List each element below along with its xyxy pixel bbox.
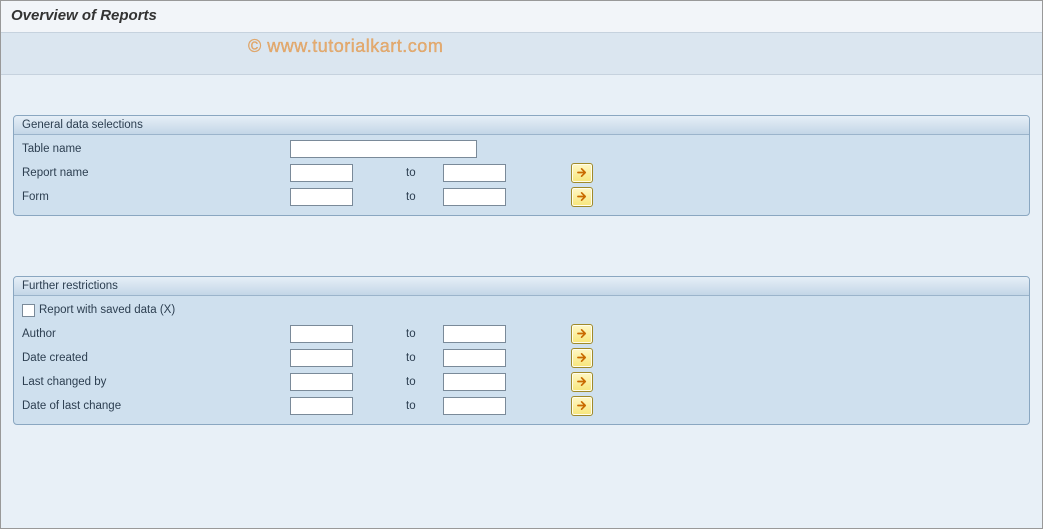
multiple-selection-button-date-created[interactable] [571,348,593,368]
label-author: Author [22,328,290,340]
arrow-right-icon [577,327,588,342]
input-date-last-change-to[interactable] [443,397,506,415]
checkbox-saved-data[interactable] [22,304,35,317]
multiple-selection-button-last-changed-by[interactable] [571,372,593,392]
page-title: Overview of Reports [11,7,1032,24]
group-general-data: General data selections Table name Repor… [13,115,1030,216]
arrow-right-icon [577,351,588,366]
group-header-further: Further restrictions [14,277,1029,296]
input-date-created-to[interactable] [443,349,506,367]
row-date-created: Date created to [14,346,1029,370]
label-date-created-to: to [353,352,443,364]
label-form: Form [22,191,290,203]
toolbar-strip: © www.tutorialkart.com [1,33,1042,75]
multiple-selection-button-form[interactable] [571,187,593,207]
label-form-to: to [353,191,443,203]
input-report-name-to[interactable] [443,164,506,182]
label-date-last-change-to: to [353,400,443,412]
input-date-last-change-from[interactable] [290,397,353,415]
header-bar: Overview of Reports [1,1,1042,33]
watermark-text: © www.tutorialkart.com [248,36,443,57]
group-header-general: General data selections [14,116,1029,135]
group-body-general: Table name Report name to Form to [14,135,1029,215]
arrow-right-icon [577,190,588,205]
input-form-to[interactable] [443,188,506,206]
row-author: Author to [14,322,1029,346]
input-author-from[interactable] [290,325,353,343]
label-saved-data: Report with saved data (X) [39,304,175,316]
multiple-selection-button-report-name[interactable] [571,163,593,183]
label-last-changed-by-to: to [353,376,443,388]
multiple-selection-button-date-last-change[interactable] [571,396,593,416]
label-saved-data-wrap[interactable]: Report with saved data (X) [22,304,175,317]
label-last-changed-by: Last changed by [22,376,290,388]
arrow-right-icon [577,399,588,414]
group-further-restrictions: Further restrictions Report with saved d… [13,276,1030,425]
label-date-created: Date created [22,352,290,364]
input-date-created-from[interactable] [290,349,353,367]
row-last-changed-by: Last changed by to [14,370,1029,394]
input-last-changed-by-to[interactable] [443,373,506,391]
row-form: Form to [14,185,1029,209]
input-report-name-from[interactable] [290,164,353,182]
group-body-further: Report with saved data (X) Author to Dat… [14,296,1029,424]
content-area: General data selections Table name Repor… [1,75,1042,497]
input-table-name[interactable] [290,140,477,158]
input-form-from[interactable] [290,188,353,206]
arrow-right-icon [577,375,588,390]
label-author-to: to [353,328,443,340]
label-table-name: Table name [22,143,290,155]
label-report-name: Report name [22,167,290,179]
arrow-right-icon [577,166,588,181]
input-author-to[interactable] [443,325,506,343]
multiple-selection-button-author[interactable] [571,324,593,344]
label-report-name-to: to [353,167,443,179]
label-date-last-change: Date of last change [22,400,290,412]
row-report-name: Report name to [14,161,1029,185]
input-last-changed-by-from[interactable] [290,373,353,391]
row-saved-data: Report with saved data (X) [14,298,1029,322]
row-date-last-change: Date of last change to [14,394,1029,418]
row-table-name: Table name [14,137,1029,161]
